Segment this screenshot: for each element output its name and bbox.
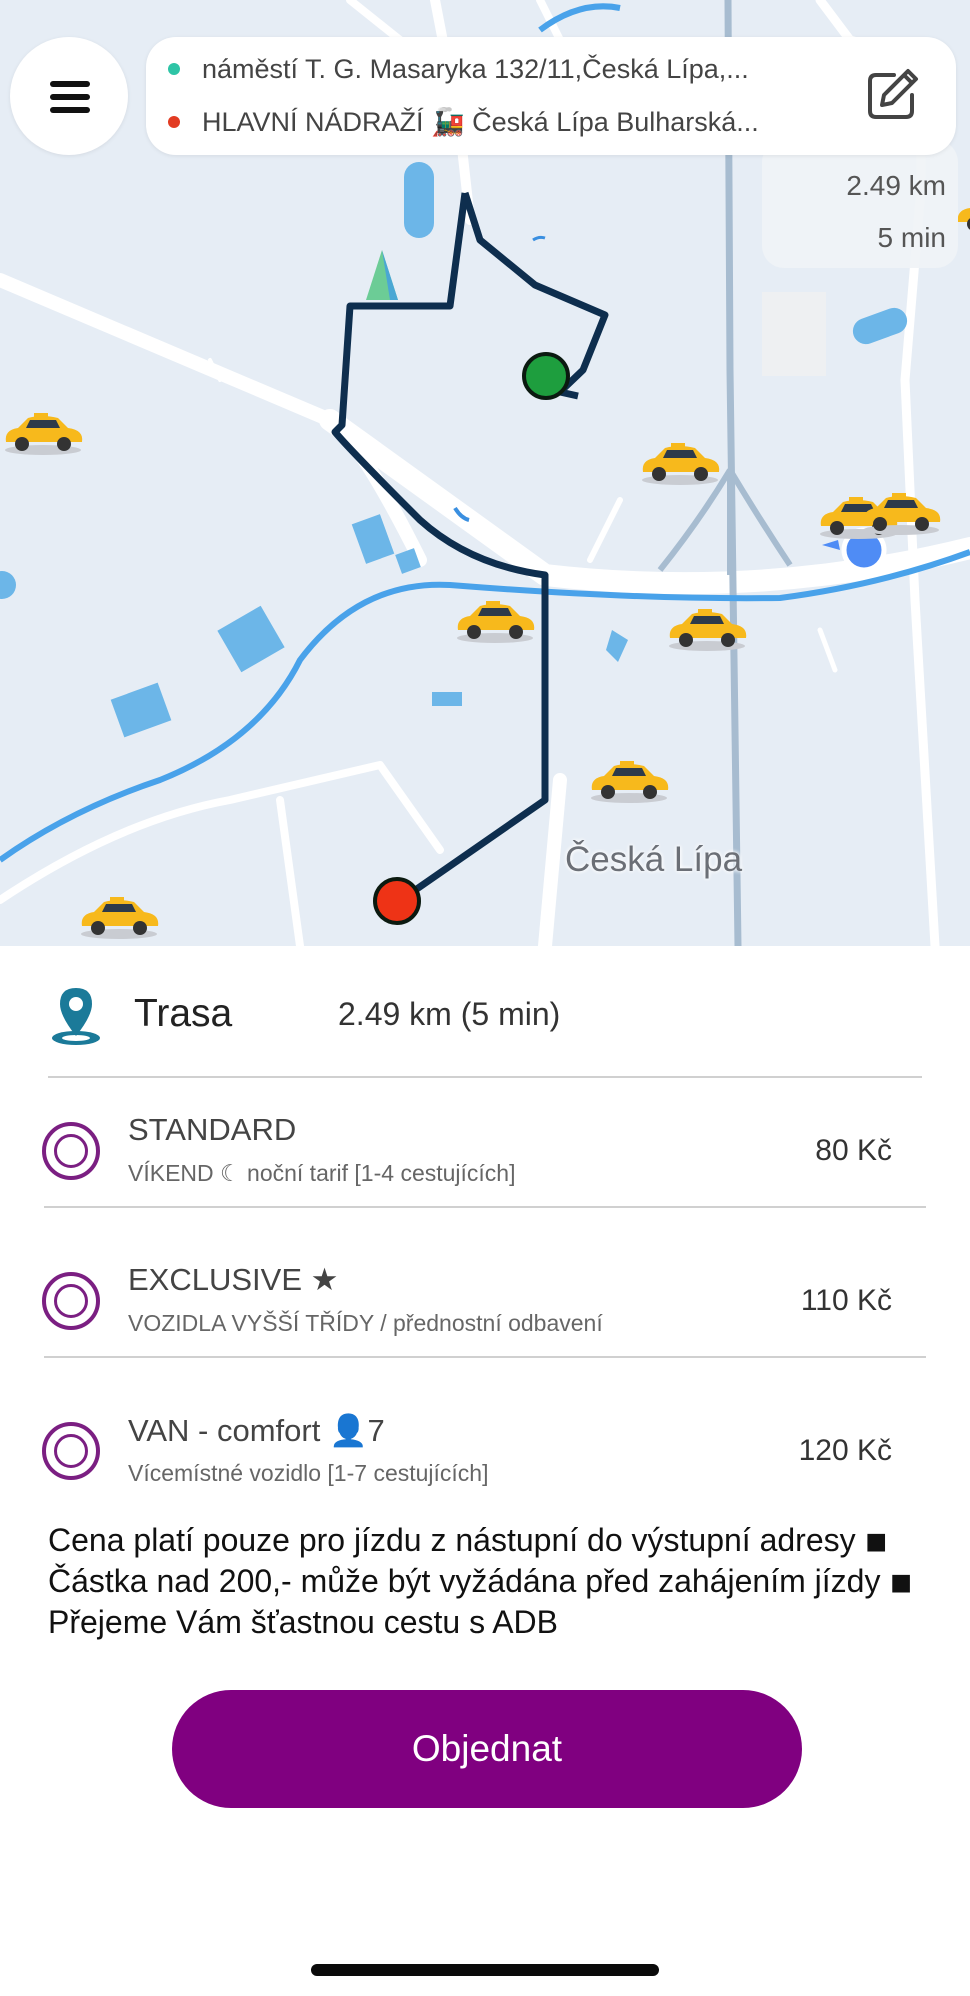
hamburger-icon bbox=[50, 81, 90, 87]
option-price: 80 Kč bbox=[815, 1134, 892, 1167]
route-distance: 2.49 km bbox=[846, 170, 946, 201]
taxi-icon bbox=[452, 600, 538, 644]
option-price: 120 Kč bbox=[798, 1434, 892, 1467]
destination-address-row[interactable]: HLAVNÍ NÁDRAŽÍ 🚂 Česká Lípa Bulharská... bbox=[168, 102, 836, 142]
route-time: 5 min bbox=[877, 222, 946, 253]
option-price: 110 Kč bbox=[800, 1284, 892, 1317]
divider bbox=[48, 1076, 922, 1078]
divider bbox=[44, 1206, 926, 1208]
option-van-comfort[interactable]: VAN - comfort 👤7 Vícemístné vozidlo [1-7… bbox=[40, 1412, 930, 1522]
hamburger-icon-line bbox=[50, 94, 90, 100]
destination-marker bbox=[373, 877, 421, 925]
route-info-overlay: 2.49 km 5 min bbox=[762, 140, 958, 268]
taxi-icon bbox=[637, 442, 723, 486]
route-label: Trasa bbox=[134, 992, 233, 1035]
pickup-address-row[interactable]: náměstí T. G. Masaryka 132/11,Česká Lípa… bbox=[168, 49, 836, 89]
pickup-address: náměstí T. G. Masaryka 132/11,Česká Lípa… bbox=[202, 53, 749, 84]
option-name: VAN - comfort 👤7 bbox=[128, 1413, 385, 1448]
pickup-marker bbox=[522, 352, 570, 400]
taxi-icon bbox=[76, 896, 162, 940]
destination-dot bbox=[168, 116, 180, 128]
option-description: Vícemístné vozidlo [1-7 cestujících] bbox=[128, 1460, 489, 1486]
taxi-icon bbox=[586, 760, 672, 804]
option-description: VOZIDLA VYŠŠÍ TŘÍDY / přednostní odbaven… bbox=[128, 1310, 603, 1336]
pickup-dot bbox=[168, 63, 180, 75]
option-description: VÍKEND ☾ noční tarif [1-4 cestujících] bbox=[128, 1160, 516, 1186]
order-button[interactable]: Objednat bbox=[172, 1690, 802, 1808]
city-label: Česká Lípa bbox=[565, 840, 743, 879]
taxi-icon bbox=[858, 492, 944, 536]
option-name: STANDARD bbox=[128, 1112, 297, 1147]
hamburger-icon-line bbox=[50, 107, 90, 113]
divider bbox=[44, 1356, 926, 1358]
route-value: 2.49 km (5 min) bbox=[338, 996, 561, 1032]
home-indicator bbox=[311, 1964, 659, 1976]
destination-address: HLAVNÍ NÁDRAŽÍ 🚂 Česká Lípa Bulharská... bbox=[202, 107, 759, 137]
radio-button[interactable] bbox=[42, 1272, 100, 1330]
edit-icon[interactable] bbox=[864, 67, 920, 123]
route-summary: Trasa 2.49 km (5 min) bbox=[48, 986, 922, 1086]
address-card[interactable]: náměstí T. G. Masaryka 132/11,Česká Lípa… bbox=[146, 37, 956, 155]
radio-button[interactable] bbox=[42, 1122, 100, 1180]
price-notice: Cena platí pouze pro jízdu z nástupní do… bbox=[48, 1522, 913, 1640]
taxi-icon bbox=[0, 412, 86, 456]
taxi-icon bbox=[664, 608, 750, 652]
menu-button[interactable] bbox=[10, 37, 128, 155]
location-pin-icon bbox=[48, 986, 104, 1046]
radio-button[interactable] bbox=[42, 1422, 100, 1480]
option-name: EXCLUSIVE ★ bbox=[128, 1262, 339, 1297]
